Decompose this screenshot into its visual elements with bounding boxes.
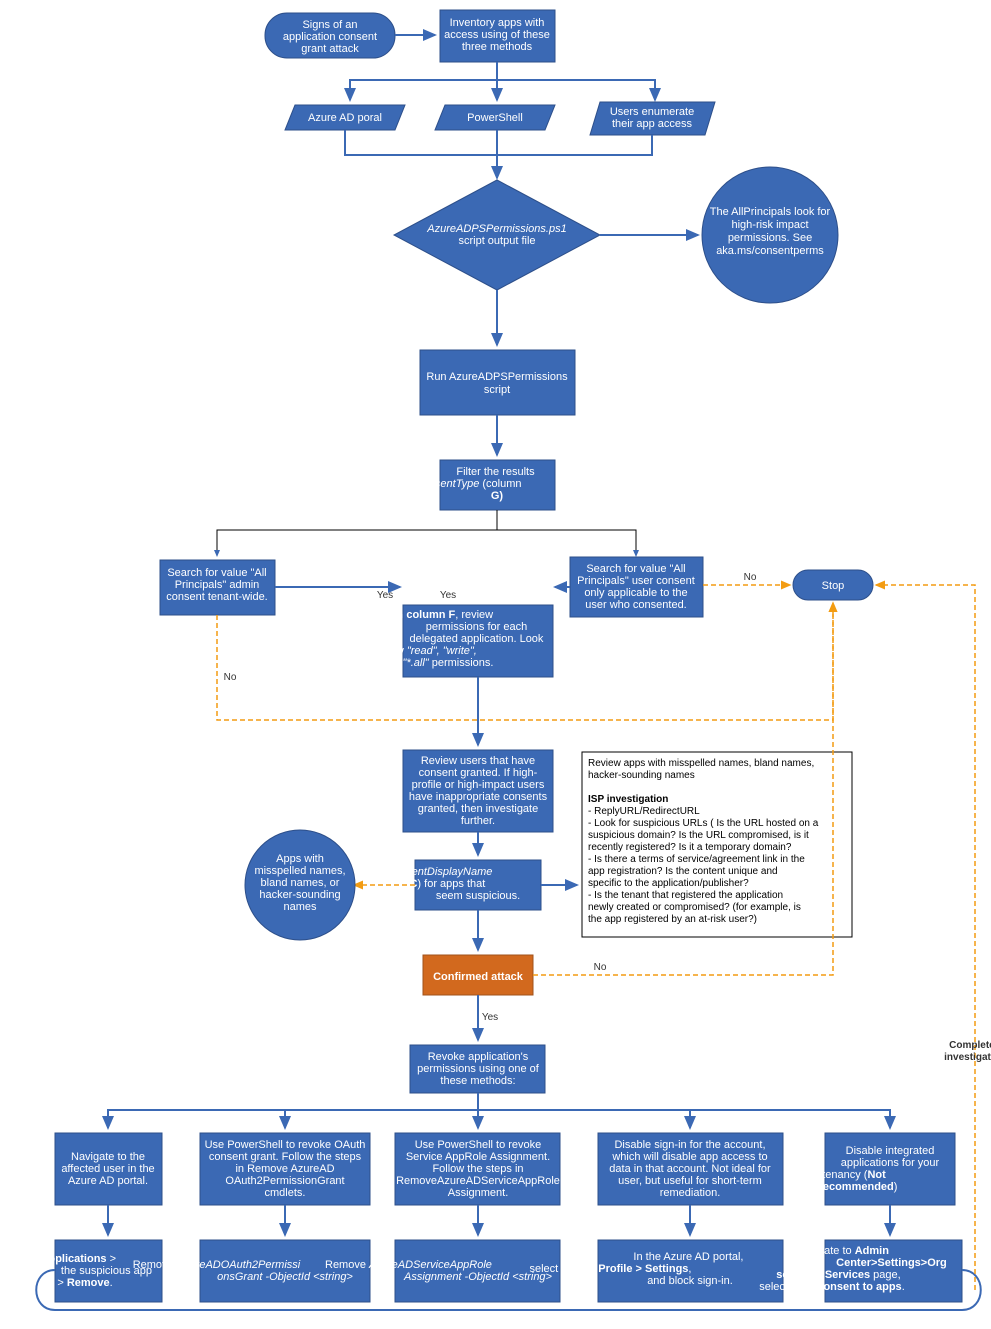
m2b: Remove AzureADOAuth2Permissi onsGrant -O… bbox=[133, 1240, 370, 1302]
look-columnf-node: Look in column F, review permissions for… bbox=[356, 605, 553, 677]
allprincipals-circle: The AllPrincipals look forhigh-risk impa… bbox=[702, 167, 838, 303]
search-admin-node: Search for value "AllPrincipals" adminco… bbox=[160, 560, 275, 615]
stop-node: Stop bbox=[793, 570, 873, 600]
filter-results-node: Filter the results on ConsentType (colum… bbox=[399, 460, 555, 510]
confirmed-attack-node: Confirmed attack bbox=[423, 955, 533, 995]
svg-text:No: No bbox=[744, 572, 757, 583]
run-script-node: Run AzureADPSPermissionsscript bbox=[420, 350, 575, 415]
inventory-node: Inventory apps withaccess using of these… bbox=[440, 10, 555, 62]
svg-text:Navigate to theaffected user i: Navigate to theaffected user in theAzure… bbox=[61, 1151, 154, 1187]
m2: Use PowerShell to revoke OAuthconsent gr… bbox=[200, 1133, 370, 1205]
revoke-node: Revoke application'spermissions using on… bbox=[410, 1045, 545, 1093]
svg-text:Users enumeratetheir app acces: Users enumeratetheir app access bbox=[610, 106, 694, 130]
svg-text:investigation: investigation bbox=[944, 1052, 991, 1063]
note-box: Review apps with misspelled names, bland… bbox=[582, 752, 852, 937]
m5: Disable integratedapplications for yourt… bbox=[819, 1133, 955, 1205]
m1b: Select Applications > the suspicious app… bbox=[7, 1240, 162, 1302]
m4: Disable sign-in for the account,which wi… bbox=[598, 1133, 783, 1205]
svg-text:No: No bbox=[224, 672, 237, 683]
m1: Navigate to theaffected user in theAzure… bbox=[55, 1133, 162, 1205]
azure-portal-node: Azure AD poral bbox=[285, 105, 405, 130]
search-user-node: Search for value "AllPrincipals" user co… bbox=[570, 557, 703, 617]
svg-text:Yes: Yes bbox=[482, 1012, 498, 1023]
start-node: Signs of anapplication consentgrant atta… bbox=[265, 13, 395, 58]
flowchart: Signs of anapplication consentgrant atta… bbox=[0, 0, 991, 1329]
powershell-node: PowerShell bbox=[435, 105, 555, 130]
svg-text:Yes: Yes bbox=[440, 590, 456, 601]
script-decision: AzureADPSPermissions.ps1script output fi… bbox=[394, 180, 600, 290]
review-users-node: Review users that haveconsent granted. I… bbox=[403, 750, 553, 832]
svg-text:Stop: Stop bbox=[822, 580, 845, 592]
svg-text:Search for value "AllPrincipal: Search for value "AllPrincipals" user co… bbox=[577, 563, 695, 611]
m5b: Navigate to Admin Center>Settings>Org se… bbox=[759, 1240, 962, 1302]
svg-text:PowerShell: PowerShell bbox=[467, 112, 523, 124]
svg-text:Confirmed attack: Confirmed attack bbox=[433, 971, 524, 983]
svg-text:Search for value "AllPrincipal: Search for value "AllPrincipals" adminco… bbox=[166, 567, 268, 603]
svg-text:Azure AD poral: Azure AD poral bbox=[308, 112, 382, 124]
m4b: In the Azure AD portal, select User > Pr… bbox=[529, 1240, 783, 1302]
users-enum-node: Users enumeratetheir app access bbox=[590, 102, 715, 135]
svg-text:Yes: Yes bbox=[377, 590, 393, 601]
m3: Use PowerShell to revokeService AppRole … bbox=[395, 1133, 560, 1205]
svg-text:No: No bbox=[594, 962, 607, 973]
apps-circle: Apps withmisspelled names,bland names, o… bbox=[245, 830, 355, 940]
svg-text:Completed: Completed bbox=[949, 1040, 991, 1051]
